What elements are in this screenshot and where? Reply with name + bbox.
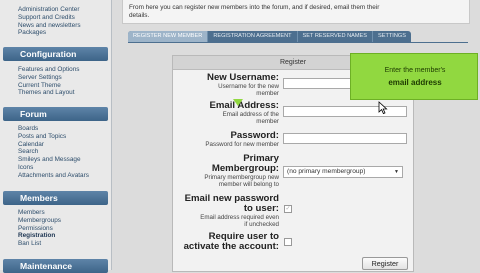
membergroup-label-2: Membergroup: — [211, 163, 279, 174]
sidebar-link-attachments-avatars[interactable]: Attachments and Avatars — [18, 172, 96, 180]
sidebar-link-permissions[interactable]: Permissions — [18, 225, 61, 233]
sidebar-link-themes-layout[interactable]: Themes and Layout — [18, 89, 79, 97]
tab-registration-agreement[interactable]: Registration Agreement — [208, 31, 298, 42]
membergroup-hint-1: Primary membergroup new — [204, 174, 279, 181]
register-button[interactable]: Register — [362, 257, 408, 270]
email-password-hint-1: Email address required even — [200, 214, 279, 221]
membergroup-select[interactable]: (no primary membergroup) ▼ — [283, 166, 403, 178]
username-hint-1: Username for the new — [218, 83, 279, 90]
sidebar-section-maintenance[interactable]: Maintenance — [3, 259, 108, 273]
membergroup-selected-value: (no primary membergroup) — [287, 168, 366, 175]
intro-line-1: From here you can register new members i… — [129, 4, 380, 11]
sidebar-link-posts-topics[interactable]: Posts and Topics — [18, 133, 96, 141]
password-input[interactable] — [283, 133, 407, 144]
tab-settings[interactable]: Settings — [373, 31, 411, 42]
sidebar-link-calendar[interactable]: Calendar — [18, 141, 96, 149]
sidebar-section-configuration[interactable]: Configuration — [3, 47, 108, 61]
sidebar-link-boards[interactable]: Boards — [18, 125, 96, 133]
tutorial-callout: Enter the member's email address — [350, 53, 478, 100]
sidebar-link-members[interactable]: Members — [18, 209, 61, 217]
callout-text-line-2: email address — [388, 78, 442, 87]
email-password-label-2: to user: — [243, 203, 279, 214]
membergroup-hint-2: member will belong to — [218, 181, 279, 188]
intro-description: From here you can register new members i… — [122, 0, 470, 24]
email-hint-1: Email address of the — [222, 111, 279, 118]
intro-line-2: details. — [129, 12, 150, 19]
password-label: Password: — [230, 130, 279, 141]
email-password-checkbox[interactable]: ✓ — [284, 205, 292, 213]
sidebar-section-forum[interactable]: Forum — [3, 107, 108, 121]
sidebar-link-ban-list[interactable]: Ban List — [18, 240, 61, 248]
sidebar-section-members[interactable]: Members — [3, 191, 108, 205]
sidebar-link-search[interactable]: Search — [18, 148, 96, 156]
sidebar-link-smileys-icons[interactable]: Smileys and Message Icons — [18, 156, 96, 172]
tab-register-new-member[interactable]: Register New Member — [128, 31, 209, 42]
sidebar-link-admin-center[interactable]: Administration Center — [18, 6, 81, 14]
sidebar-link-server-settings[interactable]: Server Settings — [18, 74, 79, 82]
username-label: New Username: — [207, 72, 279, 83]
callout-text-line-1: Enter the member's — [384, 67, 446, 74]
sidebar-link-registration[interactable]: Registration — [18, 232, 61, 240]
password-hint: Password for new member — [205, 141, 279, 148]
callout-pointer — [233, 99, 243, 106]
sidebar-link-support-credits[interactable]: Support and Credits — [18, 14, 81, 22]
registration-tabs: Register New Member Registration Agreeme… — [128, 31, 411, 42]
sidebar-link-features-options[interactable]: Features and Options — [18, 66, 79, 74]
sidebar-link-packages[interactable]: Packages — [18, 29, 81, 37]
admin-sidebar: Administration Center Support and Credit… — [0, 0, 112, 273]
email-password-hint-2: if unchecked — [244, 221, 279, 228]
tab-underline — [128, 42, 468, 43]
sidebar-link-membergroups[interactable]: Membergroups — [18, 217, 61, 225]
sidebar-link-news[interactable]: News and newsletters — [18, 22, 81, 30]
main-content: From here you can register new members i… — [118, 0, 480, 272]
email-hint-2: member — [256, 118, 279, 125]
mouse-cursor-icon — [378, 101, 388, 115]
require-activation-label-2: activate the account: — [183, 241, 279, 252]
dropdown-arrow-icon: ▼ — [394, 169, 399, 175]
tab-set-reserved-names[interactable]: Set Reserved Names — [298, 31, 373, 42]
require-activation-checkbox[interactable] — [284, 238, 292, 246]
email-label: Email Address: — [209, 100, 280, 111]
username-hint-2: member — [256, 90, 279, 97]
sidebar-link-current-theme[interactable]: Current Theme — [18, 82, 79, 90]
